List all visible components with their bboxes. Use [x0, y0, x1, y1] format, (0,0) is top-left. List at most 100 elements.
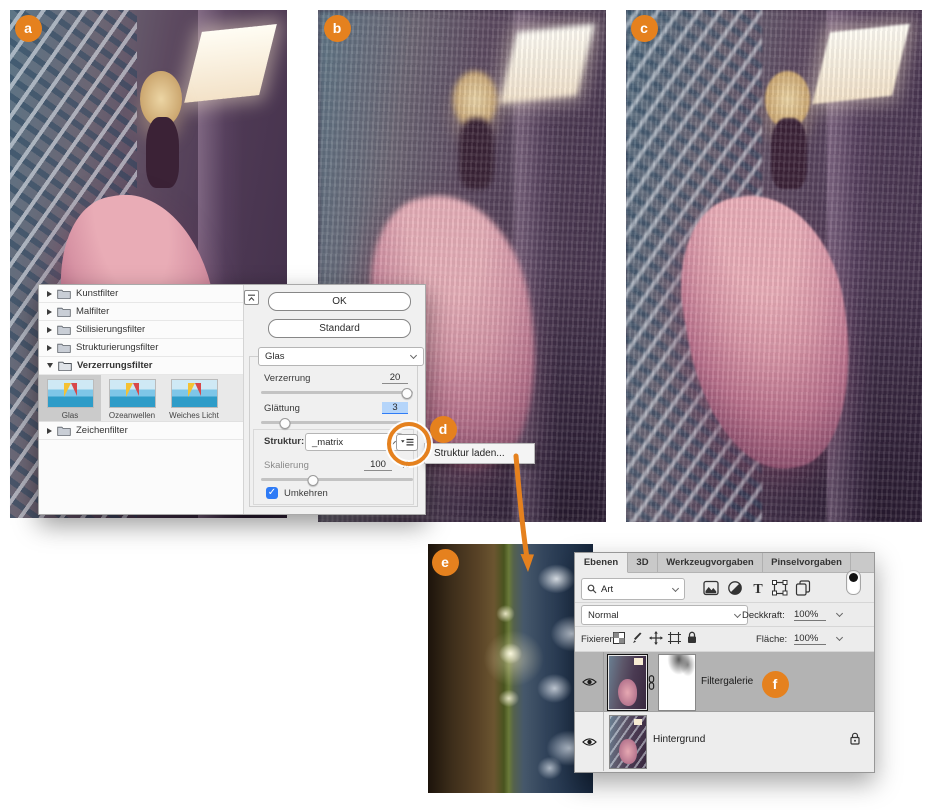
filter-folder-kunstfilter[interactable]: Kunstfilter [39, 285, 243, 303]
panel-tab-bar: Ebenen 3D Werkzeugvorgaben Pinselvorgabe… [575, 553, 874, 573]
layers-panel: Ebenen 3D Werkzeugvorgaben Pinselvorgabe… [574, 552, 875, 773]
lock-pixels-brush-icon[interactable] [631, 632, 643, 644]
verzerrung-label: Verzerrung [264, 373, 310, 384]
layer-name[interactable]: Filtergalerie [701, 676, 753, 687]
collapsed-triangle-icon[interactable] [47, 345, 52, 351]
folder-label: Verzerrungsfilter [77, 360, 153, 371]
filter-thumb-ozeanwellen[interactable]: Ozeanwellen [101, 375, 163, 421]
weiches-licht-preview-image [171, 379, 218, 408]
sailboat-art [64, 383, 71, 397]
glaettung-value[interactable]: 3 [382, 402, 408, 414]
tab-werkzeugvorgaben[interactable]: Werkzeugvorgaben [658, 553, 763, 572]
folder-label: Zeichenfilter [76, 425, 128, 436]
filter-gallery-dialog: Kunstfilter Malfilter Stilisierungsfilte… [38, 284, 426, 515]
slider-thumb[interactable] [280, 418, 291, 429]
tab-pinselvorgaben[interactable]: Pinselvorgaben [763, 553, 851, 572]
mask-link-chain-icon[interactable] [647, 675, 656, 690]
lock-transparency-icon[interactable] [613, 632, 625, 644]
filter-shape-layers-icon[interactable] [772, 580, 788, 596]
lock-position-move-icon[interactable] [649, 631, 663, 645]
filter-smart-object-icon[interactable] [795, 580, 811, 596]
folder-label: Malfilter [76, 306, 109, 317]
layer-thumbnail[interactable] [609, 715, 647, 769]
skalierung-value[interactable]: 100 [364, 459, 392, 471]
collapsed-triangle-icon[interactable] [47, 309, 52, 315]
folder-icon [57, 324, 71, 335]
filter-thumbnail-strip: Glas Ozeanwellen Weiches Licht [39, 375, 243, 422]
visibility-cell[interactable] [575, 652, 604, 711]
blend-mode-select[interactable]: Normal [581, 605, 748, 625]
filter-thumb-weiches-licht[interactable]: Weiches Licht [163, 375, 225, 421]
chevron-down-icon [734, 612, 741, 619]
sailboat-art [71, 383, 77, 396]
layer-filtering-toggle[interactable] [846, 570, 861, 595]
layer-mask-thumbnail[interactable] [658, 654, 696, 711]
filter-folder-stilisierungsfilter[interactable]: Stilisierungsfilter [39, 321, 243, 339]
menu-item-struktur-laden[interactable]: Struktur laden... [434, 448, 505, 459]
slider-track [261, 478, 413, 481]
model-torso [146, 117, 179, 188]
tab-3d[interactable]: 3D [628, 553, 658, 572]
struktur-label: Struktur: [264, 436, 304, 447]
deckkraft-value[interactable]: 100% [794, 609, 826, 621]
label-badge-b: b [324, 15, 351, 42]
ozeanwellen-preview-image [109, 379, 156, 408]
flaeche-value[interactable]: 100% [794, 633, 826, 645]
tab-ebenen[interactable]: Ebenen [575, 553, 628, 573]
skalierung-label: Skalierung [264, 460, 309, 471]
filter-folder-strukturierungsfilter[interactable]: Strukturierungsfilter [39, 339, 243, 357]
background-lock-icon[interactable] [849, 732, 861, 745]
filter-type-layers-icon[interactable]: T [750, 580, 766, 596]
collapsed-triangle-icon[interactable] [47, 428, 52, 434]
filter-pixel-layers-icon[interactable] [703, 580, 719, 596]
slider-thumb[interactable] [307, 475, 318, 486]
struktur-select-value: _matrix [312, 437, 343, 448]
collapse-panel-button[interactable] [244, 290, 259, 305]
layer-filter-search[interactable]: Art [581, 578, 685, 600]
glas-preview-image [47, 379, 94, 408]
effect-select[interactable]: Glas [258, 347, 424, 366]
sailboat-art [195, 383, 201, 396]
effect-select-value: Glas [265, 351, 285, 362]
chevron-down-icon [410, 353, 417, 360]
layer-row-hintergrund[interactable]: Hintergrund [575, 712, 874, 771]
fixieren-label: Fixieren: [581, 634, 617, 645]
layer-row-filtergalerie[interactable]: Filtergalerie [575, 652, 874, 712]
skalierung-slider[interactable] [261, 475, 413, 483]
filter-folder-verzerrungsfilter[interactable]: Verzerrungsfilter [39, 357, 243, 375]
collapsed-triangle-icon[interactable] [47, 291, 52, 297]
collapsed-triangle-icon[interactable] [47, 327, 52, 333]
expanded-triangle-icon[interactable] [47, 363, 53, 368]
folder-label: Strukturierungsfilter [76, 342, 158, 353]
filter-thumb-label: Ozeanwellen [109, 411, 155, 420]
layer-name[interactable]: Hintergrund [653, 734, 705, 745]
filter-folder-malfilter[interactable]: Malfilter [39, 303, 243, 321]
label-badge-d: d [430, 416, 457, 443]
lock-all-icon[interactable] [686, 631, 698, 644]
folder-open-icon [58, 360, 72, 371]
folder-icon [57, 306, 71, 317]
verzerrung-value[interactable]: 20 [382, 372, 408, 384]
glass-texture-overlay [626, 10, 922, 522]
lock-artboard-icon[interactable] [668, 632, 681, 644]
eye-icon[interactable] [582, 737, 597, 747]
chevron-down-icon[interactable] [836, 611, 843, 618]
search-icon [587, 584, 597, 594]
filter-folder-zeichenfilter[interactable]: Zeichenfilter [39, 422, 243, 440]
visibility-cell[interactable] [575, 712, 604, 771]
label-badge-c: c [631, 15, 658, 42]
label-badge-a: a [15, 15, 42, 42]
layer-thumbnail[interactable] [607, 654, 648, 711]
standard-button[interactable]: Standard [268, 319, 411, 338]
chevron-down-icon[interactable] [836, 635, 843, 642]
glaettung-slider[interactable] [261, 418, 413, 426]
ok-button[interactable]: OK [268, 292, 411, 311]
umkehren-checkbox[interactable]: ✓ [266, 487, 278, 499]
eye-icon[interactable] [582, 677, 597, 687]
slider-thumb[interactable] [401, 388, 412, 399]
filter-thumb-glas[interactable]: Glas [39, 375, 101, 421]
verzerrung-slider[interactable] [261, 388, 413, 396]
deckkraft-label: Deckkraft: [742, 610, 785, 621]
svg-text:T: T [753, 582, 763, 596]
filter-adjustment-layers-icon[interactable] [727, 580, 743, 596]
